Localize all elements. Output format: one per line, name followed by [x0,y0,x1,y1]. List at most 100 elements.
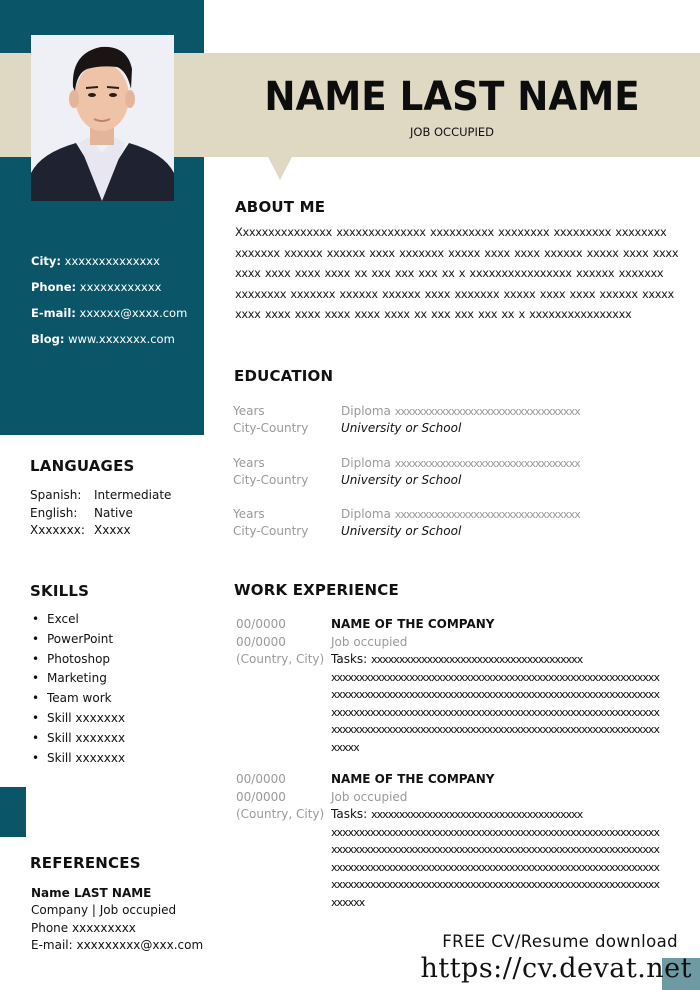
skill-item: • Excel [30,610,125,630]
skill-item: • Skill xxxxxxx [30,729,125,749]
edu-school: University or School [341,473,462,487]
bullet-icon: • [32,651,40,666]
skill-label: Skill xxxxxxx [47,750,126,765]
work-start-date: 00/0000 [236,772,286,786]
work-end-date: 00/0000 [236,789,286,804]
tasks-line: xxxxxxxxxxxxxxxxxxxxxxxxxxxxxxxxxxxxxxxx… [331,705,660,719]
diploma-label: Diploma [341,456,391,470]
skill-label: Excel [47,612,79,626]
edu-school: University or School [341,524,462,538]
email-label: E-mail: [31,306,76,320]
edu-diploma: Diploma xxxxxxxxxxxxxxxxxxxxxxxxxxxxxxxx… [341,455,581,472]
bullet-icon: • [32,671,40,686]
bullet-icon: • [32,612,40,626]
reference-name: Name LAST NAME [31,886,152,900]
bullet-icon: • [32,691,40,706]
skill-label: Marketing [47,671,107,686]
company-name: NAME OF THE COMPANY [331,617,495,631]
city-value: xxxxxxxxxxxxxx [64,254,160,268]
diploma-label: Diploma [341,507,391,521]
job-occupied: Job occupied [331,789,408,804]
edu-location: City-Country [233,421,309,435]
skills-list: • Excel • PowerPoint • Photoshop • Marketing… [30,610,125,768]
skill-item: • PowerPoint [30,630,125,650]
tasks-line: xxxxxxxxxxxxxxxxxxxxxxxxxxxxxxxxxxxxxxxx… [331,843,660,856]
bullet-icon: • [32,750,40,765]
tasks-line: xxxxxxxxxxxxxxxxxxxxxxxxxxxxxxxxxxxxxxxx… [331,688,660,701]
tasks-label: Tasks: [331,807,368,821]
header-pointer [268,157,292,180]
contact-city: City: xxxxxxxxxxxxxx [31,252,187,278]
edu-years: Years [233,507,265,521]
skill-item: • Team work [30,689,125,709]
language-name: English: [30,505,78,520]
bullet-icon: • [32,730,40,745]
phone-label: Phone: [31,280,77,294]
contact-email: E-mail: xxxxxx@xxxx.com [31,304,187,330]
work-title: WORK EXPERIENCE [234,581,399,599]
skill-label: Team work [47,691,112,706]
full-name: NAME LAST NAME [264,74,640,120]
work-location: (Country, City) [236,807,325,821]
phone-value: xxxxxxxxxxxx [79,280,162,294]
skill-label: Photoshop [47,651,111,666]
work-start-date: 00/0000 [236,617,286,631]
skill-label: Skill xxxxxxx [47,710,126,725]
skill-item: • Marketing [30,669,125,689]
promo-text: FREE CV/Resume download [442,932,678,951]
blog-link[interactable]: www.xxxxxxx.com [68,332,175,346]
edu-years: Years [233,404,265,418]
language-name: Spanish: [30,488,82,502]
edu-school: University or School [341,421,462,435]
contact-blog: Blog: www.xxxxxxx.com [31,330,187,356]
reference-email[interactable]: E-mail: xxxxxxxxx@xxx.com [31,937,203,954]
tasks-line: xxxxxxxxxxxxxxxxxxxxxxxxxxxxxxxxxxxxxxxx… [331,670,660,684]
contact-info: City: xxxxxxxxxxxxxx Phone: xxxxxxxxxxxx… [31,252,187,356]
company-name: NAME OF THE COMPANY [331,772,495,786]
email-value[interactable]: xxxxxx@xxxx.com [80,306,188,320]
contact-phone: Phone: xxxxxxxxxxxx [31,278,187,304]
tasks-line: xxxxxxxxxxxxxxxxxxxxxxxxxxxxxxxxxxxxxx [371,808,583,821]
tasks-line: xxxxxxxxxxxxxxxxxxxxxxxxxxxxxxxxxxxxxxxx… [331,860,660,874]
about-title: ABOUT ME [235,198,326,216]
diploma-value: xxxxxxxxxxxxxxxxxxxxxxxxxxxxxxxxx [394,457,581,470]
bullet-icon: • [32,631,40,646]
tasks-text: Tasks: xxxxxxxxxxxxxxxxxxxxxxxxxxxxxxxxx… [331,651,666,756]
language-name: Xxxxxxx: [30,523,85,537]
promo-url-link[interactable]: https://cv.devat.net [420,953,692,984]
diploma-label: Diploma [341,404,391,418]
work-location: (Country, City) [236,652,325,666]
skill-item: • Skill xxxxxxx [30,749,125,769]
edu-diploma: Diploma xxxxxxxxxxxxxxxxxxxxxxxxxxxxxxxx… [341,403,581,420]
job-title: JOB OCCUPIED [410,125,494,139]
person-portrait-icon [31,35,174,201]
languages-title: LANGUAGES [30,457,135,475]
reference-company: Company | Job occupied [31,903,177,918]
skill-label: PowerPoint [47,631,114,646]
edu-diploma: Diploma xxxxxxxxxxxxxxxxxxxxxxxxxxxxxxxx… [341,506,581,523]
language-level: Xxxxx [94,523,131,537]
about-text: Xxxxxxxxxxxxxxx xxxxxxxxxxxxxx xxxxxxxxx… [235,225,679,321]
bullet-icon: • [32,710,40,725]
tasks-line: xxxxxxxxxxxxxxxxxxxxxxxxxxxxxxxxxxxxxxxx… [331,878,660,891]
edu-years: Years [233,456,265,470]
reference-entry: Name LAST NAME Company | Job occupied Ph… [31,885,203,954]
tasks-line: xxxxxxxxxxxxxxxxxxxxxxxxxxxxxxxxxxxxxxxx… [331,825,660,839]
language-level: Native [94,505,133,520]
tasks-text: Tasks: xxxxxxxxxxxxxxxxxxxxxxxxxxxxxxxxx… [331,806,666,911]
diploma-value: xxxxxxxxxxxxxxxxxxxxxxxxxxxxxxxxx [394,405,581,418]
education-title: EDUCATION [234,367,334,385]
profile-photo [31,35,174,201]
language-level: Intermediate [94,488,172,502]
edu-location: City-Country [233,473,309,487]
skill-item: • Photoshop [30,650,125,670]
job-occupied: Job occupied [331,634,408,649]
work-end-date: 00/0000 [236,634,286,649]
tasks-line: xxxxxx [331,895,365,909]
diploma-value: xxxxxxxxxxxxxxxxxxxxxxxxxxxxxxxxx [394,508,581,521]
edu-location: City-Country [233,524,309,538]
reference-phone: Phone xxxxxxxxx [31,920,136,935]
skill-label: Skill xxxxxxx [47,730,126,745]
decorative-teal-block [0,787,26,837]
tasks-line: xxxxxxxxxxxxxxxxxxxxxxxxxxxxxxxxxxxxxxxx… [331,723,660,736]
